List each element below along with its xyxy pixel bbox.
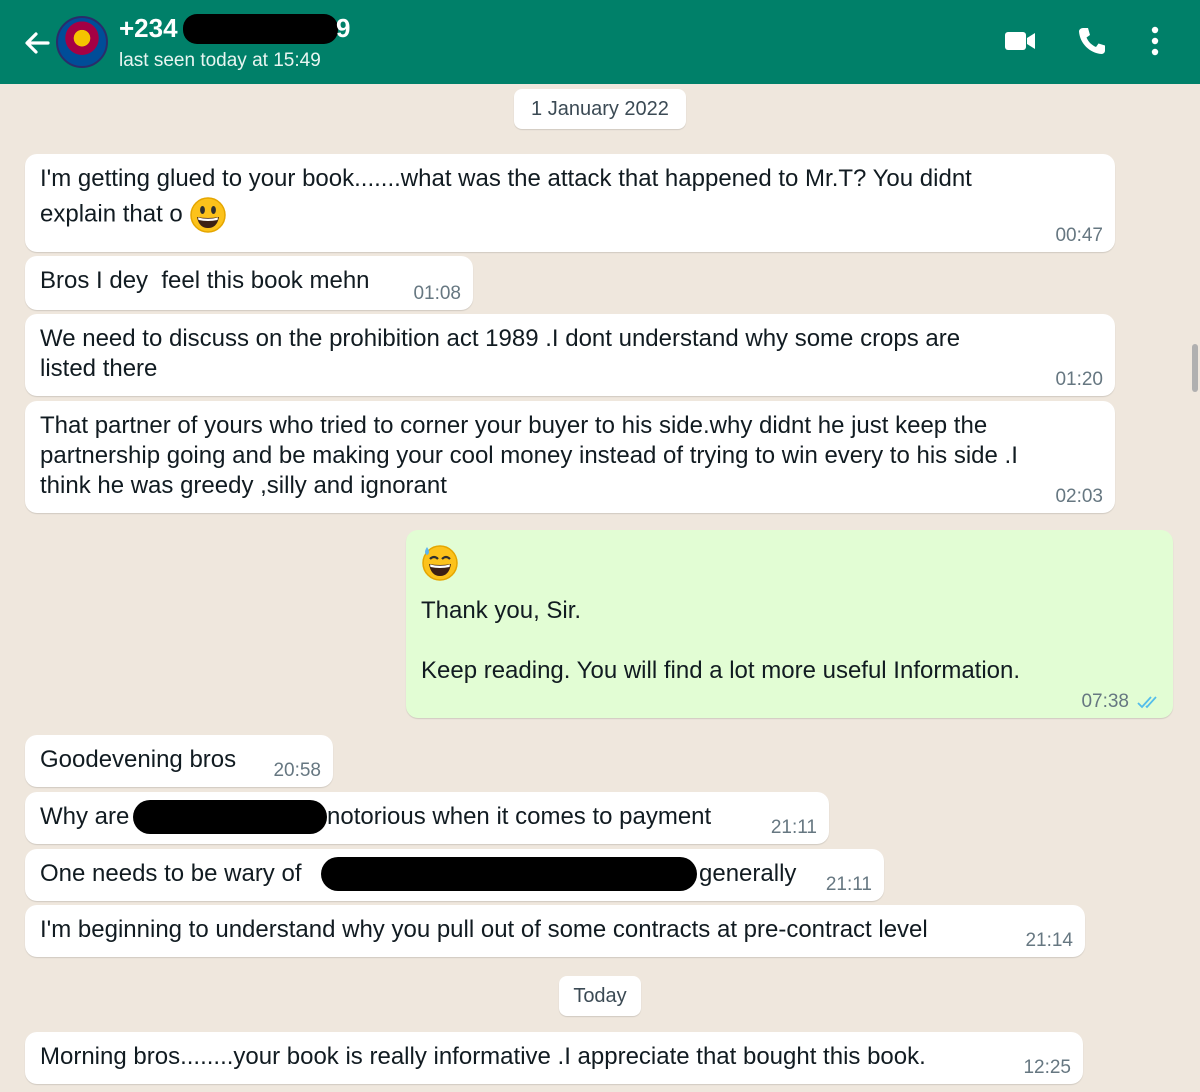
message-time: 21:14 xyxy=(1025,930,1073,951)
message-bubble[interactable]: I'm getting glued to your book.......wha… xyxy=(25,154,1115,252)
redaction-mark xyxy=(183,14,338,44)
grinning-face-with-sweat-icon xyxy=(422,545,458,581)
message-bubble[interactable]: One needs to be wary of generally 21:11 xyxy=(25,849,884,901)
message-time: 01:20 xyxy=(1055,369,1103,390)
message-time: 00:47 xyxy=(1055,225,1103,246)
message-text: I'm getting glued to your book.......wha… xyxy=(40,165,972,192)
message-text: Why are xyxy=(40,803,130,830)
message-text: generally xyxy=(699,860,797,887)
chat-header: +234 9 last seen today at 15:49 xyxy=(0,0,1200,84)
message-bubble[interactable]: Goodevening bros 20:58 xyxy=(25,735,333,787)
message-text: Morning bros........your book is really … xyxy=(40,1043,926,1070)
message-text: Bros I dey feel this book mehn xyxy=(40,267,370,294)
message-bubble[interactable]: Morning bros........your book is really … xyxy=(25,1032,1083,1084)
message-text: That partner of yours who tried to corne… xyxy=(40,412,1018,499)
message-bubble[interactable]: We need to discuss on the prohibition ac… xyxy=(25,314,1115,396)
message-time: 21:11 xyxy=(825,874,872,895)
read-receipt-icon xyxy=(1137,696,1157,709)
message-time: 01:08 xyxy=(413,283,461,304)
date-divider: Today xyxy=(559,976,641,1016)
message-time: 20:58 xyxy=(273,760,321,781)
message-time: 02:03 xyxy=(1055,486,1103,507)
outgoing-message-bubble[interactable]: Thank you, Sir. Keep reading. You will f… xyxy=(406,530,1173,718)
message-text: We need to discuss on the prohibition ac… xyxy=(40,325,961,382)
contact-name-suffix: 9 xyxy=(336,13,351,43)
chat-area[interactable]: 1 January 2022 I'm getting glued to your… xyxy=(0,84,1200,1092)
grinning-face-icon xyxy=(190,197,227,233)
voice-call-icon[interactable] xyxy=(1076,25,1108,57)
message-time: 07:38 xyxy=(1081,691,1129,712)
message-bubble[interactable]: I'm beginning to understand why you pull… xyxy=(25,905,1085,957)
message-time: 21:11 xyxy=(770,817,817,838)
message-text: notorious when it comes to payment xyxy=(327,803,712,830)
message-text: I'm beginning to understand why you pull… xyxy=(40,916,928,943)
last-seen-status: last seen today at 15:49 xyxy=(119,50,321,71)
message-text: explain that o xyxy=(40,200,183,228)
contact-name[interactable]: +234 xyxy=(119,13,178,44)
message-text: Thank you, Sir. xyxy=(421,597,582,624)
message-text: One needs to be wary of xyxy=(40,860,302,887)
video-call-icon[interactable] xyxy=(1003,26,1037,56)
message-bubble[interactable]: That partner of yours who tried to corne… xyxy=(25,401,1115,513)
message-text: Keep reading. You will find a lot more u… xyxy=(421,657,1021,684)
contact-avatar[interactable] xyxy=(56,16,108,68)
back-arrow-icon[interactable] xyxy=(18,24,56,62)
message-time: 12:25 xyxy=(1023,1057,1071,1078)
message-bubble[interactable]: Why are notorious when it comes to payme… xyxy=(25,792,829,844)
scrollbar-thumb[interactable] xyxy=(1192,344,1198,392)
more-options-icon[interactable] xyxy=(1142,24,1168,58)
date-divider: 1 January 2022 xyxy=(514,89,686,129)
redaction-mark xyxy=(321,857,697,891)
message-bubble[interactable]: Bros I dey feel this book mehn 01:08 xyxy=(25,256,473,310)
redaction-mark xyxy=(133,800,327,834)
